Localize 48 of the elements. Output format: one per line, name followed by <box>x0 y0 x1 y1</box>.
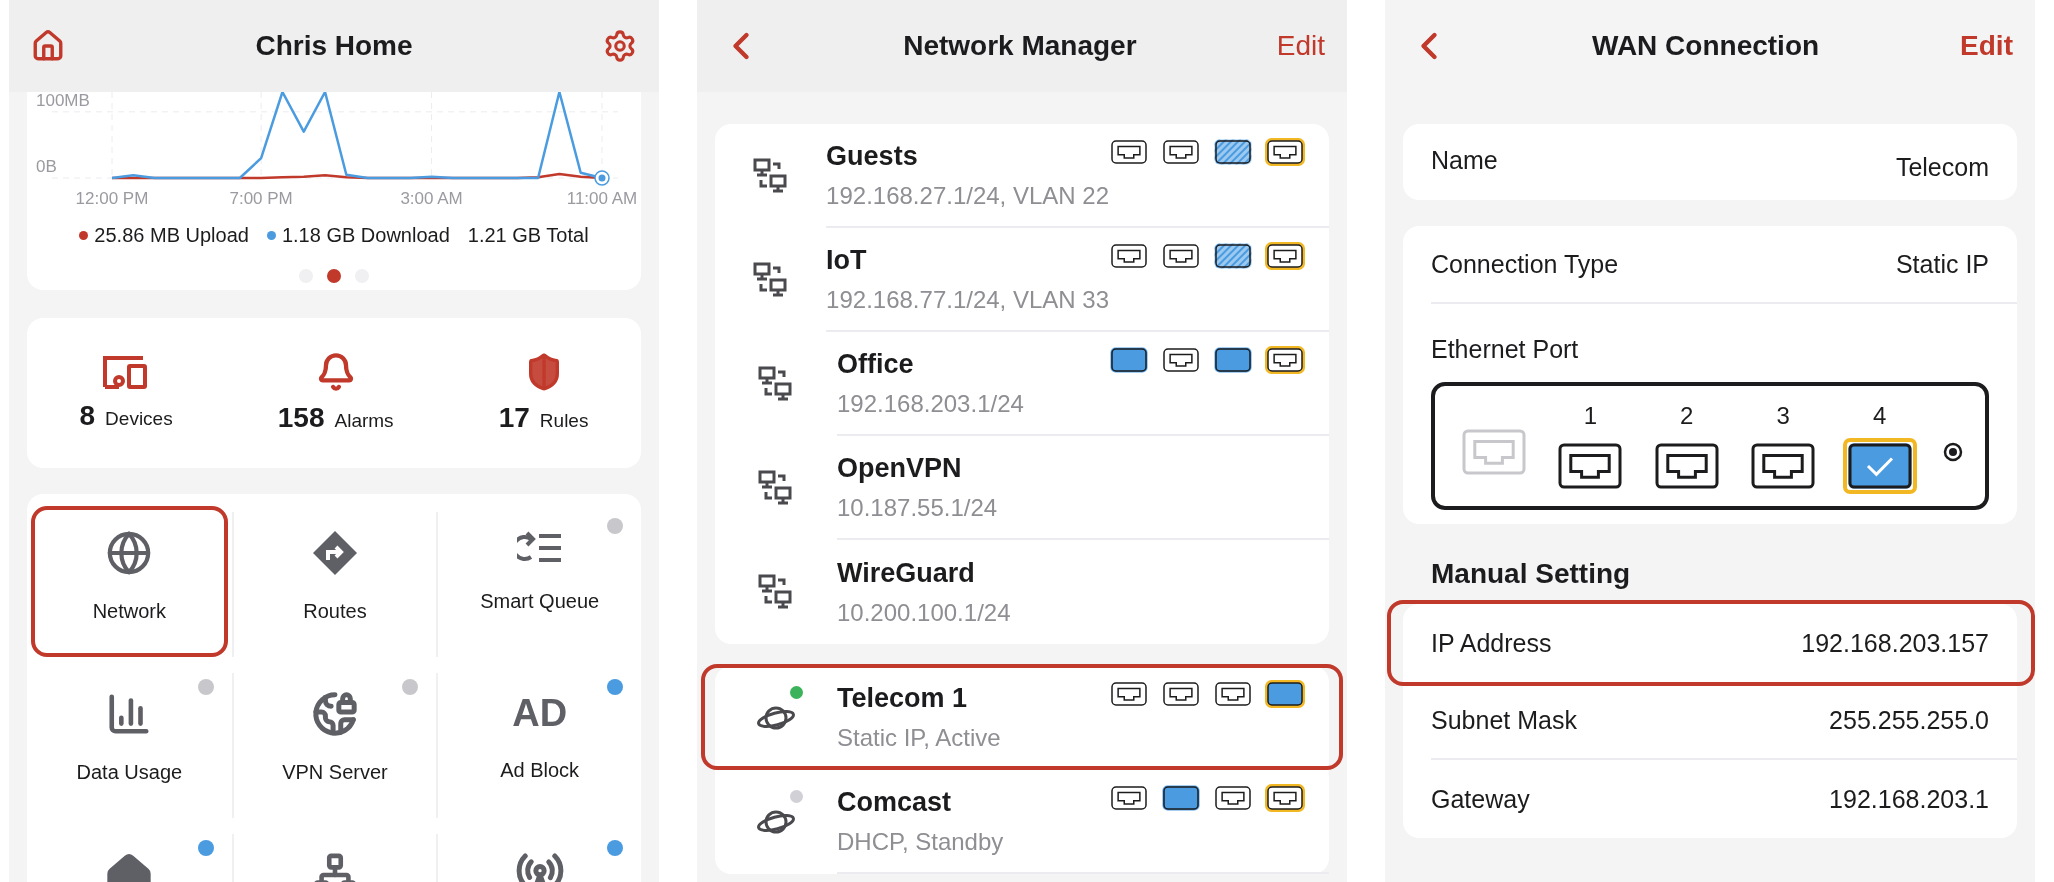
field-label: Ethernet Port <box>1431 335 1579 364</box>
field-value: Telecom <box>1895 153 1989 182</box>
field-label: IP Address <box>1431 628 1552 658</box>
field-label: Subnet Mask <box>1431 705 1577 735</box>
network-detail: 192.168.27.1/24, VLAN 22 <box>826 181 1109 210</box>
axis-label: 7:00 PM <box>229 189 293 208</box>
network-detail: Static IP, Active <box>837 723 1002 752</box>
field-label: Gateway <box>1431 784 1530 814</box>
screen-title: Chris Home <box>255 30 413 62</box>
legend-item: 25.86 MB Upload <box>79 224 249 247</box>
legend-item: 1.18 GB Download <box>266 224 450 247</box>
network-name: IoT <box>826 244 868 276</box>
network-name: Comcast <box>837 786 953 818</box>
network-detail: 192.168.77.1/24, VLAN 33 <box>826 285 1109 314</box>
stat-count: 8 <box>79 400 96 432</box>
network-name: OpenVPN <box>837 452 963 484</box>
legend-item: 1.21 GB Total <box>467 224 589 247</box>
network-detail: 10.187.55.1/24 <box>837 493 999 522</box>
field-value: 192.168.203.1 <box>1829 784 1989 814</box>
stat-label: Devices <box>105 408 173 430</box>
screen-title: WAN Connection <box>1592 30 1820 62</box>
field-value: Static IP <box>1895 249 1989 279</box>
port-number: 2 <box>1680 402 1694 430</box>
network-name: WireGuard <box>837 557 976 589</box>
section-heading: Manual Setting <box>1431 558 1632 590</box>
network-detail: 192.168.203.1/24 <box>837 389 1025 418</box>
port-number: 4 <box>1872 402 1887 430</box>
field-value: 192.168.203.157 <box>1801 628 1989 658</box>
network-name: Office <box>837 348 915 380</box>
axis-label: 100MB <box>36 92 90 110</box>
network-name: Guests <box>826 140 919 172</box>
field-label: Name <box>1431 146 1498 175</box>
port-number: 1 <box>1583 402 1598 430</box>
network-detail: 10.200.100.1/24 <box>837 598 1012 627</box>
axis-label: 11:00 AM <box>566 189 638 208</box>
axis-label: 3:00 AM <box>400 189 463 208</box>
port-number: 3 <box>1776 402 1790 430</box>
field-label: Connection Type <box>1431 249 1619 279</box>
network-detail: DHCP, Standby <box>837 827 1005 856</box>
stat-label: Rules <box>539 410 589 432</box>
network-name: Telecom 1 <box>837 682 969 714</box>
axis-label: 0B <box>36 157 57 176</box>
stat-count: 158 <box>277 402 325 434</box>
field-value: 255.255.255.0 <box>1829 705 1989 735</box>
stat-label: Alarms <box>334 410 394 432</box>
axis-label: 12:00 PM <box>75 189 149 208</box>
screen-title: Network Manager <box>903 30 1137 62</box>
stat-count: 17 <box>498 402 530 434</box>
